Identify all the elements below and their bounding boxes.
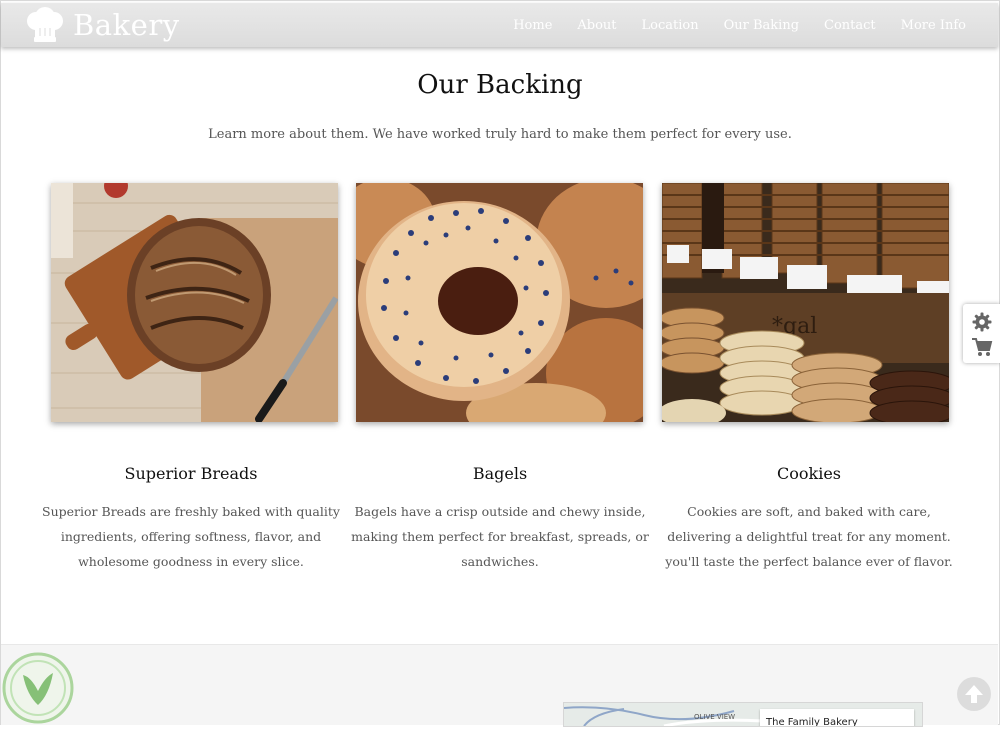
- nav-about[interactable]: About: [577, 18, 616, 33]
- map-area-label: OLIVE VIEW: [694, 713, 736, 721]
- bagel-image[interactable]: [356, 183, 643, 422]
- map-place-title: The Family Bakery: [766, 717, 858, 727]
- gear-icon[interactable]: [972, 312, 992, 332]
- watermark-badge-icon: [1, 651, 75, 725]
- section-subtitle: Learn more about them. We have worked tr…: [208, 127, 792, 142]
- nav-home[interactable]: Home: [513, 18, 552, 33]
- side-tool-panel: [963, 304, 1000, 363]
- section-title: Our Backing: [417, 70, 583, 100]
- chef-hat-icon: [23, 6, 67, 44]
- scroll-to-top-button[interactable]: [957, 677, 991, 711]
- brand[interactable]: Bakery: [23, 6, 180, 44]
- nav-our-baking[interactable]: Our Baking: [724, 18, 799, 33]
- card-desc-breads: Superior Breads are freshly baked with q…: [42, 504, 340, 569]
- card-title-cookies: Cookies: [777, 464, 841, 483]
- card-desc-bagels: Bagels have a crisp outside and chewy in…: [351, 504, 649, 569]
- brand-name: Bakery: [73, 8, 180, 42]
- nav-more-info[interactable]: More Info: [901, 18, 966, 33]
- card-desc-cookies: Cookies are soft, and baked with care, d…: [665, 504, 953, 569]
- bread-image[interactable]: [51, 183, 338, 422]
- nav-contact[interactable]: Contact: [824, 18, 876, 33]
- card-title-breads: Superior Breads: [124, 464, 258, 483]
- arrow-up-icon: [965, 685, 983, 703]
- location-map[interactable]: OLIVE VIEW The Family Bakery: [563, 702, 923, 727]
- nav-location[interactable]: Location: [642, 18, 699, 33]
- top-navbar: Bakery Home About Location Our Baking Co…: [1, 3, 998, 47]
- main-nav: Home About Location Our Baking Contact M…: [488, 3, 966, 47]
- cookies-image[interactable]: *gal: [662, 183, 949, 422]
- card-title-bagels: Bagels: [472, 464, 528, 483]
- cart-icon[interactable]: [971, 337, 993, 357]
- map-place-card[interactable]: The Family Bakery: [760, 709, 914, 727]
